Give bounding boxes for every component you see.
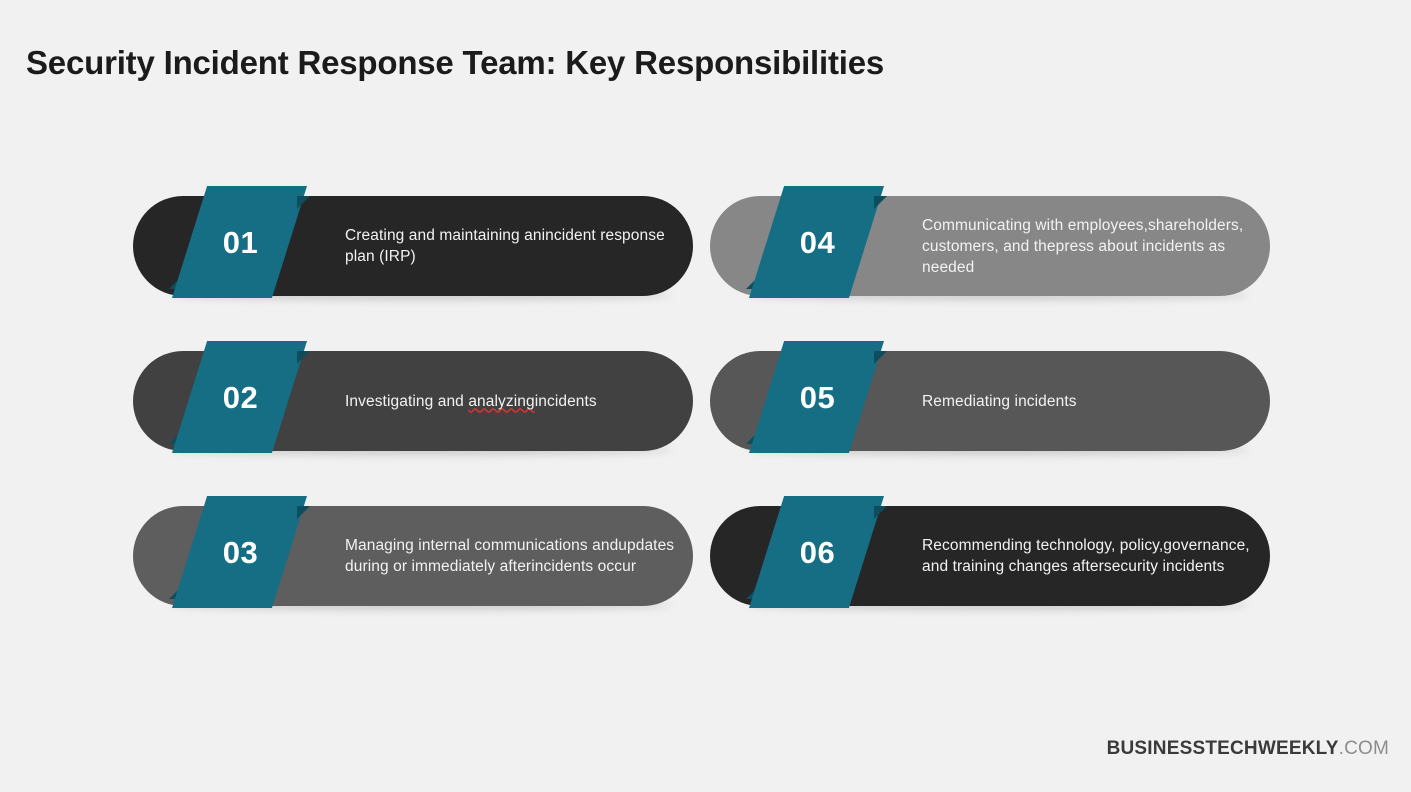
card-description-line: Managing internal communications and [345, 537, 619, 554]
card-number: 06 [799, 534, 836, 570]
card-description-line: Creating and maintaining an [345, 227, 542, 244]
card-number: 02 [222, 379, 259, 415]
responsibility-card[interactable]: 06 Recommending technology, policy,govern… [710, 496, 1270, 610]
page-title: Security Incident Response Team: Key Res… [26, 44, 885, 82]
card-description-line: incidents occur [531, 558, 637, 575]
card-description: Investigating and analyzingincidents [345, 351, 675, 451]
card-description-line: Communicating with employees, [922, 216, 1149, 234]
responsibility-card[interactable]: 04 Communicating with employees,sharehold… [710, 186, 1270, 300]
responsibilities-column-right: 04 Communicating with employees,sharehold… [710, 186, 1270, 651]
card-number: 01 [222, 224, 259, 260]
card-description-line: incidents [534, 392, 597, 410]
card-number: 03 [222, 534, 259, 570]
brand-name: BUSINESSTECHWEEKLY [1106, 738, 1339, 759]
card-description-line: Investigating and analyzing [345, 392, 535, 410]
brand-tld: .COM [1338, 738, 1389, 759]
card-number: 05 [799, 379, 836, 415]
card-description: Recommending technology, policy,governan… [922, 506, 1252, 606]
spellcheck-underlined-word: analyzing [468, 392, 535, 410]
card-description-line: Recommending technology, policy, [922, 537, 1164, 554]
card-description: Creating and maintaining anincident resp… [345, 196, 675, 296]
responsibility-card[interactable]: 01 Creating and maintaining anincident re… [133, 186, 693, 300]
responsibility-card[interactable]: 02 Investigating and analyzingincidents [133, 341, 693, 455]
footer-branding: BUSINESSTECHWEEKLY.COM [1107, 738, 1389, 760]
card-number: 04 [799, 224, 836, 260]
card-description-line: Remediating incidents [922, 392, 1077, 410]
responsibility-card[interactable]: 05 Remediating incidents [710, 341, 1270, 455]
card-description: Managing internal communications andupda… [345, 506, 675, 606]
responsibility-card[interactable]: 03 Managing internal communications andup… [133, 496, 693, 610]
card-description-line: security incidents [1103, 558, 1225, 575]
card-description: Communicating with employees,shareholder… [922, 196, 1252, 296]
card-description: Remediating incidents [922, 351, 1252, 451]
responsibilities-column-left: 01 Creating and maintaining anincident re… [133, 186, 693, 651]
